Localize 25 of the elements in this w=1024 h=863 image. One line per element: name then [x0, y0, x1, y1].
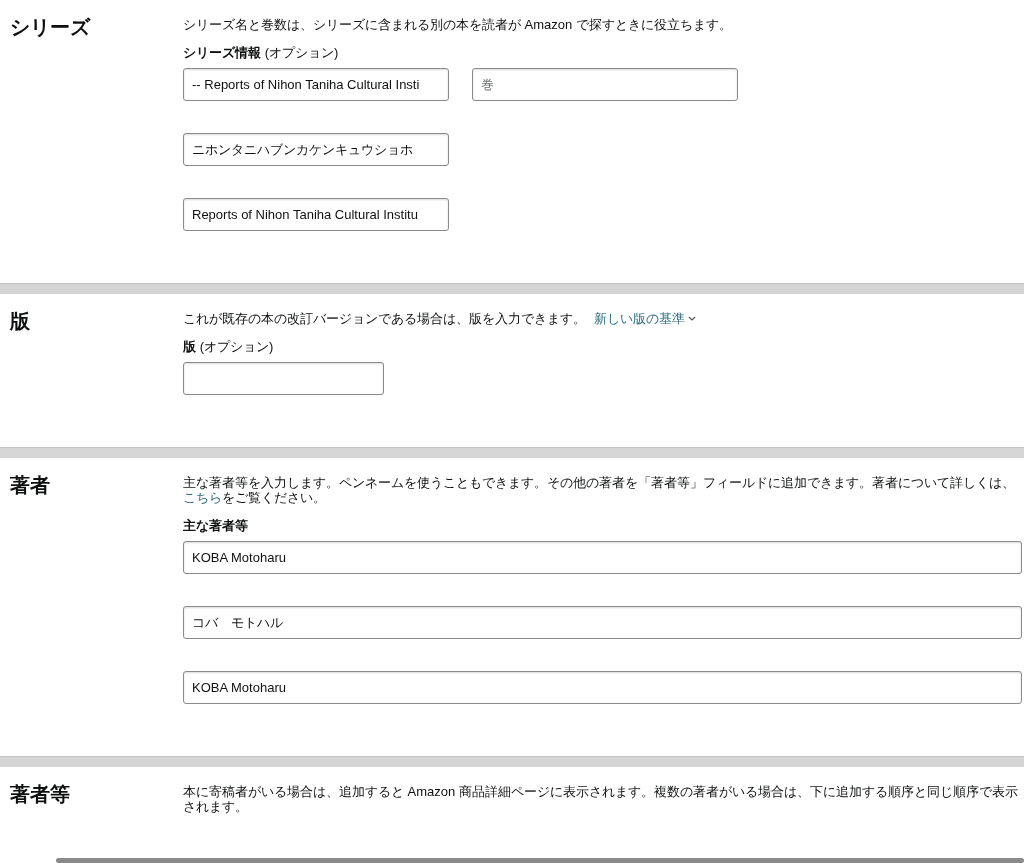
input-field[interactable]: -- Reports of Nihon Taniha Cultural Insti: [183, 68, 449, 101]
input-field[interactable]: KOBA Motoharu: [183, 671, 1022, 704]
help-link[interactable]: こちら: [183, 490, 222, 505]
input-field[interactable]: Reports of Nihon Taniha Cultural Institu: [183, 198, 449, 231]
input-field[interactable]: コバ モトハル: [183, 606, 1022, 639]
field-label: 版: [183, 339, 196, 354]
section-heading: シリーズ: [9, 15, 92, 40]
field-label: シリーズ情報: [183, 45, 261, 60]
optional-note: (オプション): [264, 45, 339, 60]
input-field[interactable]: [183, 362, 384, 395]
section-description: 本に寄稿者がいる場合は、追加すると Amazon 商品詳細ページに表示されます。複数の著者がいる場合は、下に追加する順序と同じ順序で表示されます。: [183, 783, 1019, 814]
optional-note: (オプション): [199, 339, 274, 354]
expand-link[interactable]: 新しい版の基準: [594, 311, 696, 326]
chevron-down-icon: [688, 316, 696, 321]
section-heading: 版: [9, 309, 31, 334]
section-description: 主な著者等を入力します。ペンネームを使うこともできます。その他の著者を「著者等」フィールドに追加できます。著者について詳しくは、 こちら をご覧ください。: [183, 474, 1016, 505]
input-field[interactable]: ニホンタニハブンカケンキュウショホ: [183, 133, 449, 166]
section-description: シリーズ名と巻数は、シリーズに含まれる別の本を読者が Amazon で探すときに役立ちます。: [183, 16, 733, 32]
horizontal-scrollbar[interactable]: [56, 858, 1024, 863]
section-description: これが既存の本の改訂バージョンである場合は、版を入力できます。 新しい版の基準: [183, 308, 1022, 326]
section-heading: 著者: [9, 473, 51, 498]
input-field[interactable]: 巻: [472, 68, 738, 101]
field-label: 主な著者等: [183, 518, 248, 533]
section-heading: 著者等: [9, 782, 71, 807]
input-field[interactable]: KOBA Motoharu: [183, 541, 1022, 574]
